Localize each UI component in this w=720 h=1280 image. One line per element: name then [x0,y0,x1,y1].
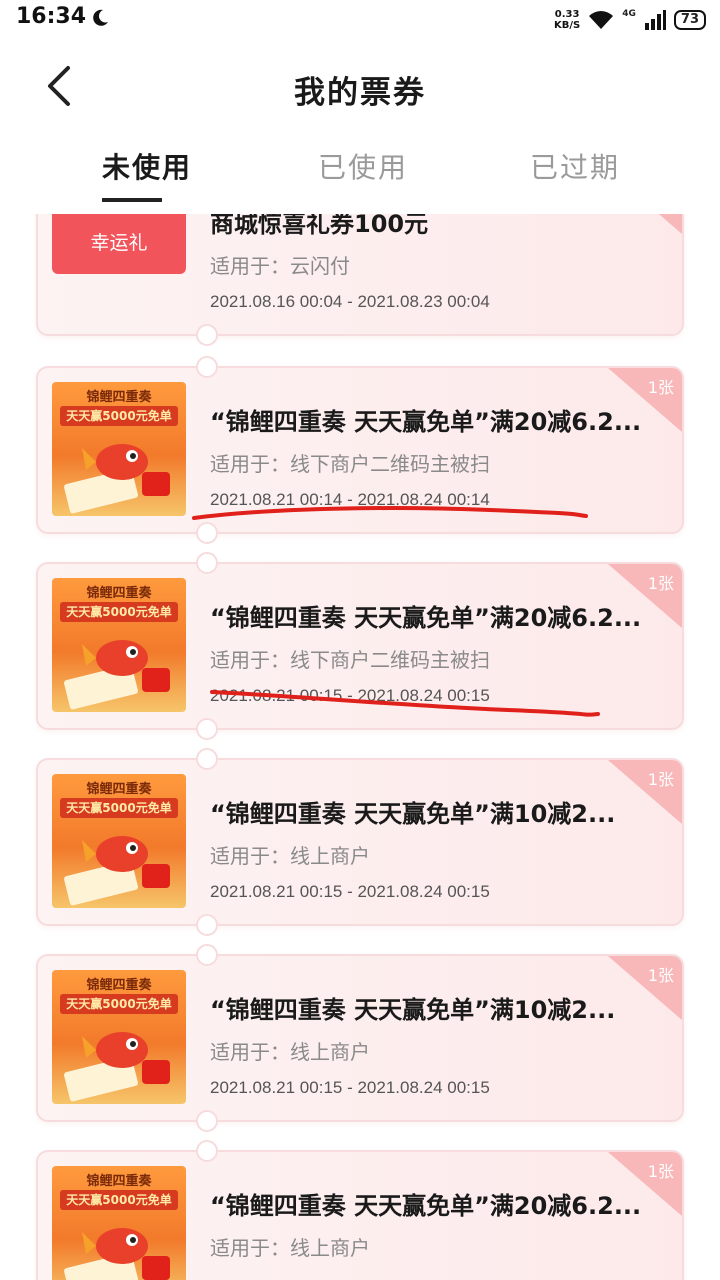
card-notch [196,522,218,544]
coupon-title: “锦鲤四重奏 天天赢免单”满20减6.2... [210,408,642,436]
net-speed-value: 0.33 [554,9,580,20]
red-envelope-icon [142,1256,170,1280]
coupon-count: 1张 [647,378,674,397]
coupon-title: “锦鲤四重奏 天天赢免单”满20减6.2... [210,604,642,632]
coupon-card[interactable]: 1张 锦鲤四重奏 天天赢5000元免单 “锦鲤四重奏 天天赢免单”满10减2..… [36,944,684,1132]
coupon-title: “锦鲤四重奏 天天赢免单”满10减2... [210,800,616,828]
card-notch [196,748,218,770]
coupon-card[interactable]: 1张 锦鲤四重奏 天天赢5000元免单 “锦鲤四重奏 天天赢免单”满20减6.2… [36,552,684,740]
net-speed: 0.33 KB/S [554,9,580,31]
header: 我的票券 [0,40,720,132]
coupon-scope: 适用于：线上商户 [210,1236,370,1260]
card-notch [196,356,218,378]
thumb-title: 锦鲤四重奏 [86,782,152,797]
card-notch [196,552,218,574]
coupon-scope: 适用于：线下商户二维码主被扫 [210,648,490,672]
coupon-card[interactable]: 1张 锦鲤四重奏 天天赢5000元免单 “锦鲤四重奏 天天赢免单”满20减6.2… [36,356,684,544]
signal-icon [644,10,666,30]
thumb-subtitle: 天天赢5000元免单 [60,994,178,1014]
red-envelope-icon [142,472,170,496]
status-icons: 0.33 KB/S 4G 73 [554,6,706,34]
tab-used[interactable]: 已使用 [318,146,408,186]
card-notch [196,324,218,346]
status-time: 16:34 [16,4,87,29]
status-bar: 16:34 0.33 KB/S 4G 73 [0,0,720,40]
net-speed-unit: KB/S [554,20,581,31]
coupon-date: 2021.08.21 00:14 - 2021.08.24 00:14 [210,490,490,509]
card-notch [196,944,218,966]
coupon-date: 2021.08.21 00:15 - 2021.08.24 00:15 [210,882,490,901]
badge-amount: ¥100 [52,214,186,221]
coupon-date: 2021.08.16 00:04 - 2021.08.23 00:04 [210,292,490,311]
coupon-scope: 适用于：云闪付 [210,254,350,278]
tab-expired[interactable]: 已过期 [530,146,620,186]
coupon-count: 1张 [647,966,674,985]
wifi-icon [589,11,614,29]
tab-bar: 未使用 已使用 已过期 [0,132,720,202]
thumb-subtitle: 天天赢5000元免单 [60,406,178,426]
card-notch [196,718,218,740]
page-title: 我的票券 [294,75,426,111]
coupon-scope: 适用于：线下商户二维码主被扫 [210,452,490,476]
coupon-card[interactable]: ¥100 幸运礼 商城惊喜礼券100元 适用于：云闪付 2021.08.16 0… [36,214,684,346]
coupon-scope: 适用于：线上商户 [210,1040,370,1064]
thumb-subtitle: 天天赢5000元免单 [60,1190,178,1210]
coupon-count: 1张 [647,1162,674,1181]
thumb-title: 锦鲤四重奏 [86,1174,152,1189]
coupon-date: 2021.08.21 00:15 - 2021.08.24 00:15 [210,1078,490,1097]
badge-amount-value: 100 [86,214,166,220]
tab-unused[interactable]: 未使用 [102,146,192,186]
tab-active-indicator [102,198,162,202]
card-notch [196,1110,218,1132]
thumb-subtitle: 天天赢5000元免单 [60,602,178,622]
coupon-thumbnail: 锦鲤四重奏 天天赢5000元免单 [52,382,186,516]
card-notch [196,1140,218,1162]
coupon-thumbnail: 锦鲤四重奏 天天赢5000元免单 [52,774,186,908]
thumb-subtitle: 天天赢5000元免单 [60,798,178,818]
thumb-title: 锦鲤四重奏 [86,978,152,993]
coupon-thumbnail: 锦鲤四重奏 天天赢5000元免单 [52,578,186,712]
coupon-list[interactable]: ¥100 幸运礼 商城惊喜礼券100元 适用于：云闪付 2021.08.16 0… [0,214,720,1280]
coupon-date: 2021.08.21 00:15 - 2021.08.24 00:15 [210,686,490,705]
coupon-card[interactable]: 1张 锦鲤四重奏 天天赢5000元免单 “锦鲤四重奏 天天赢免单”满10减2..… [36,748,684,936]
coupon-thumbnail: 锦鲤四重奏 天天赢5000元免单 [52,1166,186,1280]
battery-icon: 73 [673,10,706,30]
coupon-title: “锦鲤四重奏 天天赢免单”满20减6.2... [210,1192,642,1220]
badge-label: 幸运礼 [90,232,148,254]
coupon-count: 1张 [647,770,674,789]
red-envelope-icon [142,1060,170,1084]
signal-type: 4G [622,9,636,19]
coupon-card[interactable]: 1张 锦鲤四重奏 天天赢5000元免单 “锦鲤四重奏 天天赢免单”满20减6.2… [36,1140,684,1280]
thumb-title: 锦鲤四重奏 [86,586,152,601]
amount-badge: ¥100 幸运礼 [52,214,186,274]
card-notch [196,914,218,936]
coupon-thumbnail: 锦鲤四重奏 天天赢5000元免单 [52,970,186,1104]
red-envelope-icon [142,864,170,888]
coupon-count: 1张 [647,574,674,593]
red-envelope-icon [142,668,170,692]
coupon-title: “锦鲤四重奏 天天赢免单”满10减2... [210,996,616,1024]
moon-icon [93,9,108,26]
thumb-title: 锦鲤四重奏 [86,390,152,405]
coupon-title: 商城惊喜礼券100元 [210,214,429,238]
coupon-scope: 适用于：线上商户 [210,844,370,868]
